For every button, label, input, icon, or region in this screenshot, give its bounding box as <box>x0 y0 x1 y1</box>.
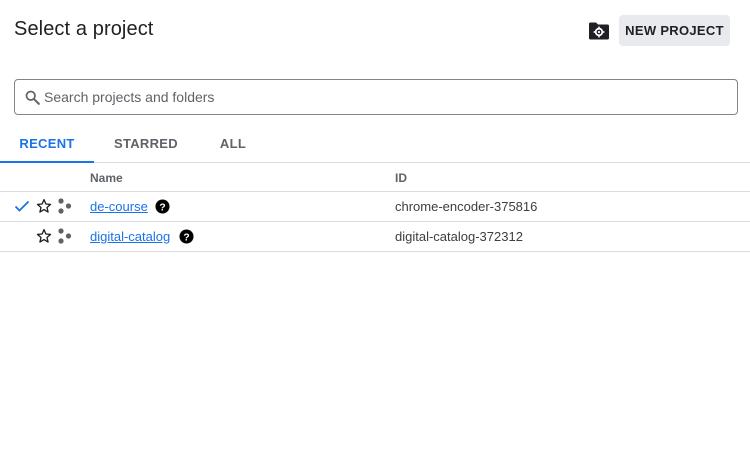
new-project-button[interactable]: NEW PROJECT <box>619 15 730 46</box>
project-icon <box>57 198 73 214</box>
column-header-id: ID <box>395 171 407 185</box>
select-project-dialog: Select a project NEW PROJECT RECENT STAR… <box>0 0 750 465</box>
project-id: digital-catalog-372312 <box>395 229 523 244</box>
tab-starred[interactable]: STARRED <box>102 124 190 162</box>
help-icon[interactable]: ? <box>179 229 194 244</box>
help-icon[interactable]: ? <box>155 199 170 214</box>
dialog-header: Select a project NEW PROJECT <box>0 0 750 62</box>
page-title: Select a project <box>14 18 154 40</box>
project-name-link[interactable]: digital-catalog <box>90 229 170 244</box>
project-id: chrome-encoder-375816 <box>395 199 538 214</box>
projects-table: Name ID de-course ? chrome-encoder-37581… <box>0 163 750 252</box>
create-folder-button[interactable] <box>586 18 612 44</box>
search-input[interactable] <box>44 80 724 114</box>
table-header: Name ID <box>0 163 750 192</box>
table-row[interactable]: digital-catalog ? digital-catalog-372312 <box>0 222 750 252</box>
column-header-name: Name <box>90 171 123 185</box>
tab-all[interactable]: ALL <box>206 124 260 162</box>
checkmark-icon <box>14 198 30 214</box>
project-name-link[interactable]: de-course <box>90 199 148 214</box>
search-icon <box>25 90 40 105</box>
tab-bar: RECENT STARRED ALL <box>0 124 750 163</box>
svg-text:?: ? <box>159 202 165 213</box>
star-icon[interactable] <box>36 198 52 214</box>
table-row[interactable]: de-course ? chrome-encoder-375816 <box>0 192 750 222</box>
search-box[interactable] <box>14 79 738 115</box>
project-icon <box>57 228 73 244</box>
star-icon[interactable] <box>36 228 52 244</box>
svg-text:?: ? <box>183 232 189 243</box>
tab-recent[interactable]: RECENT <box>0 124 94 163</box>
create-folder-icon <box>589 22 609 40</box>
